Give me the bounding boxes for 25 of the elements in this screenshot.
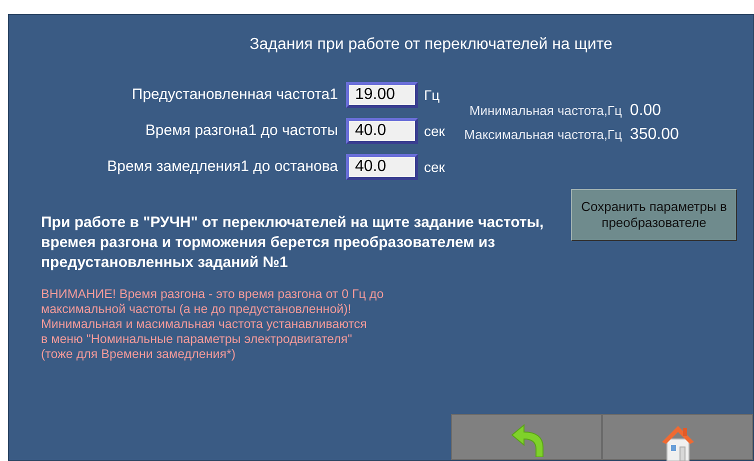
unit-label: сек bbox=[423, 158, 445, 176]
house-icon bbox=[660, 423, 696, 461]
back-arrow-icon bbox=[510, 423, 544, 457]
field-label: Предустановленная частота1 bbox=[130, 84, 339, 105]
warning-text: максимальной частоты (а не до предустановленной)! bbox=[41, 302, 352, 316]
warning-text: Минимальная и масимальная частота устанавливаются bbox=[41, 317, 367, 331]
warning-text: ВНИМАНИЕ! Время разгона - это время разгона от 0 Гц до bbox=[41, 287, 384, 301]
unit-label: Гц bbox=[423, 86, 440, 105]
limit-value: 0.00 bbox=[630, 101, 662, 121]
input-field[interactable]: 19.00 bbox=[346, 82, 418, 108]
unit-label: сек bbox=[423, 122, 445, 140]
warning-text: (тоже для Времени замедления*) bbox=[41, 347, 236, 361]
input-field[interactable]: 40.0 bbox=[346, 118, 418, 144]
info-text: При работе в "РУЧН" от переключателей на щите задание частоты, времея разгона и торможения берется преобразователем из предустановленных заданий №1 bbox=[41, 213, 545, 273]
limit-value: 350.00 bbox=[630, 125, 680, 145]
field-label: Время разгона1 до частоты bbox=[144, 120, 339, 141]
save-button[interactable]: Сохранить параметры в преобразователе bbox=[571, 189, 737, 241]
warning-text: в меню "Номинальные параметры электродвигателя" bbox=[41, 332, 352, 346]
field-label: Время замедления1 до останова bbox=[106, 156, 339, 177]
limit-label: Максимальная частота,Гц bbox=[464, 126, 622, 144]
panel-title: Задания при работе от переключателей на щите bbox=[248, 35, 614, 55]
home-button[interactable] bbox=[602, 414, 753, 460]
back-button[interactable] bbox=[451, 414, 602, 460]
input-field[interactable]: 40.0 bbox=[346, 154, 418, 180]
limit-label: Минимальная частота,Гц bbox=[469, 102, 622, 120]
